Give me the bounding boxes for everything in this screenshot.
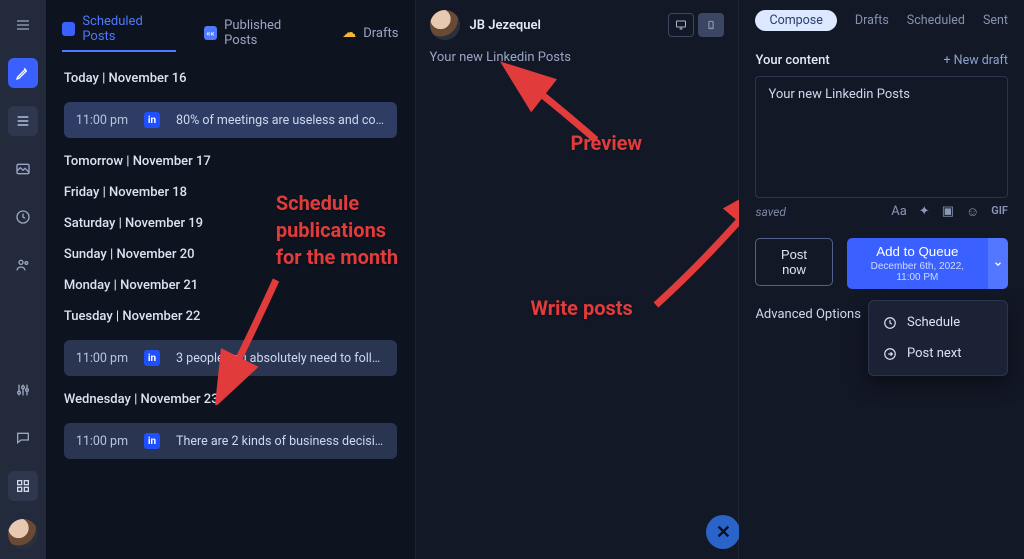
day-label: Today | November 16 xyxy=(64,71,397,86)
tool-image[interactable]: ▣ xyxy=(942,204,954,220)
avatar xyxy=(430,10,460,40)
chat-icon[interactable] xyxy=(8,423,38,453)
tool-ai[interactable]: ✦ xyxy=(919,204,930,220)
day-label: Saturday | November 19 xyxy=(64,216,397,231)
preview-column: JB Jezequel Your new Linkedin Posts Prev… xyxy=(415,0,740,559)
post-time: 11:00 pm xyxy=(76,434,128,449)
scheduled-post-row[interactable]: 11:00 pm in 3 people you absolutely need t… xyxy=(64,340,397,376)
clock-icon[interactable] xyxy=(8,202,38,232)
content-label: Your content xyxy=(755,53,829,68)
compose-segments: Compose Drafts Scheduled Sent xyxy=(755,10,1008,31)
close-button[interactable]: ✕ xyxy=(706,515,740,549)
list-icon[interactable] xyxy=(8,106,38,136)
tab-label: Published Posts xyxy=(224,18,314,48)
draft-icon: ☁ xyxy=(342,26,356,40)
annotation-preview: Preview xyxy=(571,130,643,157)
dropdown-label: Schedule xyxy=(907,315,960,330)
arrow-preview xyxy=(496,60,606,150)
nav-rail xyxy=(0,0,46,559)
scheduled-post-row[interactable]: 11:00 pm in 80% of meetings are useless an… xyxy=(64,102,397,138)
annotation-write: Write posts xyxy=(531,295,633,322)
schedule-body: Today | November 16 11:00 pm in 80% of meet… xyxy=(46,63,415,467)
day-label: Tomorrow | November 17 xyxy=(64,154,397,169)
mobile-view-button[interactable] xyxy=(698,13,724,37)
tab-scheduled[interactable]: Scheduled Posts xyxy=(62,14,176,52)
post-time: 11:00 pm xyxy=(76,351,128,366)
queue-dropdown: Schedule Post next xyxy=(868,300,1008,376)
queue-sublabel: December 6th, 2022, 11:00 PM xyxy=(865,261,971,283)
scheduled-post-row[interactable]: 11:00 pm in There are 2 kinds of business … xyxy=(64,423,397,459)
next-icon xyxy=(883,347,897,361)
linkedin-icon: in xyxy=(144,112,160,128)
chevron-down-icon xyxy=(993,259,1003,269)
edit-icon[interactable] xyxy=(8,58,38,88)
tool-text[interactable]: Aa xyxy=(891,204,907,220)
compose-column: Compose Drafts Scheduled Sent Your conte… xyxy=(739,0,1024,559)
published-icon: «« xyxy=(204,26,217,40)
dropdown-label: Post next xyxy=(907,346,962,361)
editor-value: Your new Linkedin Posts xyxy=(768,87,909,102)
tab-label: Scheduled Posts xyxy=(82,14,175,44)
seg-compose[interactable]: Compose xyxy=(755,10,836,31)
day-label: Wednesday | November 23 xyxy=(64,392,397,407)
post-title: There are 2 kinds of business decisions:… xyxy=(176,434,384,449)
desktop-view-button[interactable] xyxy=(668,13,694,37)
editor-tools: Aa ✦ ▣ ☺ GIF xyxy=(891,204,1008,220)
menu-icon[interactable] xyxy=(8,10,38,40)
seg-scheduled[interactable]: Scheduled xyxy=(907,13,965,28)
linkedin-icon: in xyxy=(144,433,160,449)
avatar[interactable] xyxy=(8,519,38,549)
seg-drafts[interactable]: Drafts xyxy=(855,13,889,28)
preview-author: JB Jezequel xyxy=(470,18,541,33)
saved-indicator: saved xyxy=(755,205,786,219)
dropdown-schedule[interactable]: Schedule xyxy=(869,307,1007,338)
day-label: Monday | November 21 xyxy=(64,278,397,293)
post-time: 11:00 pm xyxy=(76,113,128,128)
queue-caret-button[interactable] xyxy=(988,238,1008,289)
day-label: Tuesday | November 22 xyxy=(64,309,397,324)
tab-drafts[interactable]: ☁ Drafts xyxy=(342,14,398,52)
post-title: 3 people you absolutely need to follow a… xyxy=(176,351,384,366)
post-now-button[interactable]: Post now xyxy=(755,238,832,286)
schedule-column: Scheduled Posts «« Published Posts ☁ Dra… xyxy=(46,0,415,559)
schedule-tabs: Scheduled Posts «« Published Posts ☁ Dra… xyxy=(46,8,415,63)
tab-label: Drafts xyxy=(363,26,398,41)
add-to-queue-button[interactable]: Add to Queue December 6th, 2022, 11:00 P… xyxy=(847,238,989,289)
tool-gif[interactable]: GIF xyxy=(991,204,1008,220)
post-title: 80% of meetings are useless and could be… xyxy=(176,113,384,128)
editor[interactable]: Your new Linkedin Posts xyxy=(755,76,1008,198)
preview-header: JB Jezequel xyxy=(430,10,725,40)
seg-sent[interactable]: Sent xyxy=(983,13,1008,28)
image-icon[interactable] xyxy=(8,154,38,184)
day-label: Sunday | November 20 xyxy=(64,247,397,262)
queue-label: Add to Queue xyxy=(876,244,958,259)
tab-published[interactable]: «« Published Posts xyxy=(204,14,315,52)
dropdown-post-next[interactable]: Post next xyxy=(869,338,1007,369)
clock-icon xyxy=(883,316,897,330)
grid-icon[interactable] xyxy=(8,471,38,501)
calendar-icon xyxy=(62,22,75,36)
users-icon[interactable] xyxy=(8,250,38,280)
day-label: Friday | November 18 xyxy=(64,185,397,200)
tool-emoji[interactable]: ☺ xyxy=(966,204,979,220)
linkedin-icon: in xyxy=(144,350,160,366)
new-draft-button[interactable]: + New draft xyxy=(943,53,1008,68)
sliders-icon[interactable] xyxy=(8,375,38,405)
preview-body: Your new Linkedin Posts xyxy=(430,50,725,65)
